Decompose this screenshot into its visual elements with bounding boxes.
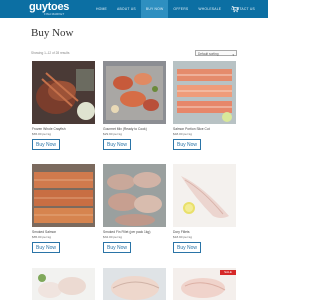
- sort-dropdown[interactable]: Default sorting ▾: [195, 50, 237, 57]
- site-header: guytoes FISH MARKET HOME ABOUT US BUY NO…: [0, 0, 268, 18]
- product-image[interactable]: [32, 268, 95, 300]
- nav-offers[interactable]: OFFERS: [168, 0, 193, 18]
- product-image-salmon-slice[interactable]: [173, 61, 236, 124]
- nav-buy-now[interactable]: BUY NOW: [140, 0, 169, 18]
- product-name[interactable]: Salmon Portion Slice Cut: [173, 127, 210, 131]
- product-price: $48.00 per kg: [173, 132, 192, 136]
- page-title: Buy Now: [31, 27, 74, 39]
- logo-tagline: FISH MARKET: [44, 12, 65, 16]
- nav-home[interactable]: HOME: [91, 0, 112, 18]
- product-price: $85.00 per kg: [32, 235, 51, 239]
- product-image-smoked-salmon[interactable]: [32, 164, 95, 227]
- product-image[interactable]: [103, 268, 166, 300]
- nav-about-us[interactable]: ABOUT US: [112, 0, 141, 18]
- product-image-dory-fillets[interactable]: [173, 164, 236, 227]
- chevron-down-icon: ▾: [232, 53, 234, 57]
- product-image-crayfish[interactable]: [32, 61, 95, 124]
- sale-badge: SALE: [220, 270, 236, 275]
- buy-now-button[interactable]: Buy Now: [103, 242, 131, 253]
- buy-now-button[interactable]: Buy Now: [173, 242, 201, 253]
- buy-now-button[interactable]: Buy Now: [32, 139, 60, 150]
- product-name[interactable]: Frozen Whole Crayfish: [32, 127, 66, 131]
- product-price: $65.00 per kg: [32, 132, 51, 136]
- product-name[interactable]: Dory Fillets: [173, 230, 190, 234]
- product-price: $32.00 per kg: [103, 235, 122, 239]
- buy-now-button[interactable]: Buy Now: [103, 139, 131, 150]
- nav-wholesale[interactable]: WHOLESALE: [193, 0, 226, 18]
- cart-icon[interactable]: [231, 5, 239, 13]
- result-count: Showing 1–12 of 28 results: [31, 51, 70, 55]
- product-image-smoked-fillet[interactable]: [103, 164, 166, 227]
- product-name[interactable]: Gourmet Mix (Ready to Cook): [103, 127, 147, 131]
- product-image-gourmet-mix[interactable]: [103, 61, 166, 124]
- site-logo[interactable]: guytoes FISH MARKET: [29, 2, 69, 17]
- product-name[interactable]: Smoked Fin Fillet (per pack 1kg): [103, 230, 150, 234]
- buy-now-button[interactable]: Buy Now: [32, 242, 60, 253]
- sort-value: Default sorting: [198, 52, 219, 56]
- product-price: $29.90 per kg: [103, 132, 122, 136]
- product-name[interactable]: Smoked Salmon: [32, 230, 56, 234]
- product-price: $18.90 per kg: [173, 235, 192, 239]
- buy-now-button[interactable]: Buy Now: [173, 139, 201, 150]
